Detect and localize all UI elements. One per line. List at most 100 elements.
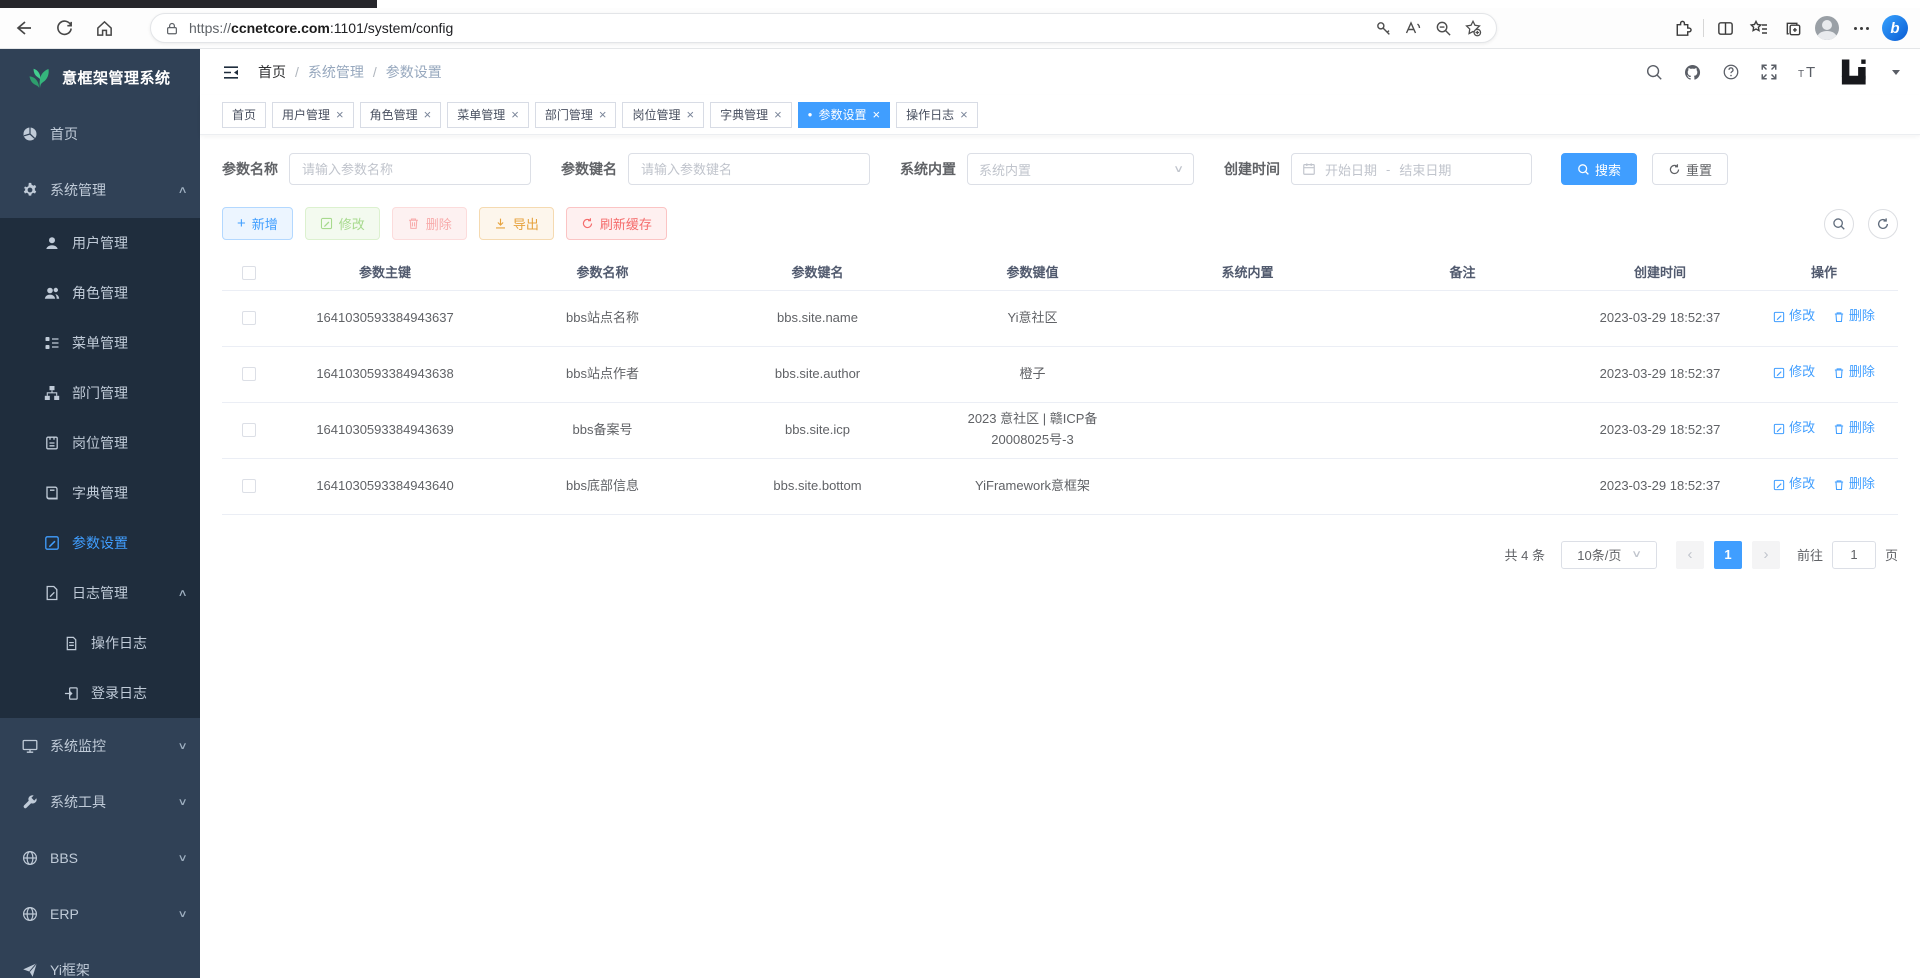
breadcrumb-current: 参数设置 bbox=[386, 62, 442, 82]
sidebar-item-menu-manage[interactable]: 菜单管理 bbox=[0, 318, 200, 368]
tab-op-log[interactable]: 操作日志× bbox=[896, 102, 978, 128]
font-size-icon[interactable]: TT bbox=[1798, 63, 1820, 81]
add-button[interactable]: + 新增 bbox=[222, 207, 293, 240]
help-icon[interactable] bbox=[1722, 63, 1740, 81]
row-delete-link[interactable]: 删除 bbox=[1833, 362, 1875, 383]
param-name-input[interactable] bbox=[289, 153, 531, 185]
close-icon[interactable]: × bbox=[774, 108, 782, 121]
collapse-sidebar-icon[interactable] bbox=[222, 64, 240, 81]
sidebar-item-role-manage[interactable]: 角色管理 bbox=[0, 268, 200, 318]
tab-user-manage[interactable]: 用户管理× bbox=[272, 102, 354, 128]
sidebar-item-op-log[interactable]: 操作日志 bbox=[0, 618, 200, 668]
row-delete-link[interactable]: 删除 bbox=[1833, 474, 1875, 495]
github-icon[interactable] bbox=[1683, 63, 1702, 82]
address-bar[interactable]: https://ccnetcore.com:1101/system/config bbox=[150, 13, 1497, 43]
tab-home[interactable]: 首页 bbox=[222, 102, 266, 128]
table-row[interactable]: 1641030593384943639 bbs备案号 bbs.site.icp … bbox=[222, 402, 1898, 458]
prev-page-button[interactable]: ‹ bbox=[1676, 541, 1704, 569]
sidebar-item-log-manage[interactable]: 日志管理 ∧ bbox=[0, 568, 200, 618]
search-icon[interactable] bbox=[1645, 63, 1663, 81]
search-button[interactable]: 搜索 bbox=[1561, 153, 1637, 185]
tab-dict-manage[interactable]: 字典管理× bbox=[710, 102, 792, 128]
fullscreen-icon[interactable] bbox=[1760, 63, 1778, 81]
sidebar-item-yi-framework[interactable]: Yi框架 bbox=[0, 942, 200, 978]
row-edit-link[interactable]: 修改 bbox=[1773, 306, 1815, 327]
cell-builtin bbox=[1140, 346, 1355, 402]
close-icon[interactable]: × bbox=[686, 108, 694, 121]
select-all-checkbox[interactable] bbox=[242, 266, 256, 280]
edit-button[interactable]: 修改 bbox=[305, 207, 380, 240]
split-screen-icon[interactable] bbox=[1708, 13, 1742, 43]
chevron-down-icon[interactable] bbox=[1892, 70, 1900, 75]
page-size-select[interactable]: 10条/页 ∨ bbox=[1561, 541, 1657, 569]
sidebar-item-home[interactable]: 首页 bbox=[0, 106, 200, 162]
refresh-cache-button[interactable]: 刷新缓存 bbox=[566, 207, 667, 240]
row-edit-link[interactable]: 修改 bbox=[1773, 418, 1815, 439]
read-aloud-icon[interactable] bbox=[1398, 15, 1428, 41]
send-icon bbox=[22, 962, 38, 978]
profile-avatar[interactable] bbox=[1810, 13, 1844, 43]
users-icon bbox=[44, 285, 60, 301]
sidebar-item-system-monitor[interactable]: 系统监控 ∨ bbox=[0, 718, 200, 774]
bing-chat-icon[interactable]: b bbox=[1878, 13, 1912, 43]
favorites-bar-icon[interactable] bbox=[1742, 13, 1776, 43]
close-icon[interactable]: × bbox=[873, 108, 881, 121]
refresh-icon[interactable] bbox=[48, 12, 80, 44]
breadcrumb-home[interactable]: 首页 bbox=[258, 62, 286, 82]
password-key-icon[interactable] bbox=[1368, 15, 1398, 41]
sidebar-item-bbs[interactable]: BBS ∨ bbox=[0, 830, 200, 886]
sidebar-item-system-manage[interactable]: 系统管理 ∧ bbox=[0, 162, 200, 218]
extensions-icon[interactable] bbox=[1665, 13, 1699, 43]
row-delete-link[interactable]: 删除 bbox=[1833, 306, 1875, 327]
builtin-select[interactable]: 系统内置 ∨ bbox=[967, 153, 1194, 185]
row-edit-link[interactable]: 修改 bbox=[1773, 474, 1815, 495]
row-checkbox[interactable] bbox=[242, 367, 256, 381]
table-row[interactable]: 1641030593384943637 bbs站点名称 bbs.site.nam… bbox=[222, 290, 1898, 346]
page-1-button[interactable]: 1 bbox=[1714, 541, 1742, 569]
tab-role-manage[interactable]: 角色管理× bbox=[360, 102, 442, 128]
close-icon[interactable]: × bbox=[336, 108, 344, 121]
row-checkbox[interactable] bbox=[242, 311, 256, 325]
row-checkbox[interactable] bbox=[242, 423, 256, 437]
browser-menu-icon[interactable] bbox=[1844, 13, 1878, 43]
favorite-star-icon[interactable] bbox=[1458, 15, 1488, 41]
sidebar-item-erp[interactable]: ERP ∨ bbox=[0, 886, 200, 942]
delete-button[interactable]: 删除 bbox=[392, 207, 467, 240]
sidebar-item-param-config[interactable]: 参数设置 bbox=[0, 518, 200, 568]
close-icon[interactable]: × bbox=[424, 108, 432, 121]
back-icon[interactable] bbox=[8, 12, 40, 44]
next-page-button[interactable]: › bbox=[1752, 541, 1780, 569]
show-search-toggle-button[interactable] bbox=[1824, 209, 1854, 239]
export-button[interactable]: 导出 bbox=[479, 207, 554, 240]
close-icon[interactable]: × bbox=[960, 108, 968, 121]
sidebar-item-user-manage[interactable]: 用户管理 bbox=[0, 218, 200, 268]
edit-square-icon bbox=[1773, 423, 1785, 435]
sidebar-item-post-manage[interactable]: 岗位管理 bbox=[0, 418, 200, 468]
close-icon[interactable]: × bbox=[599, 108, 607, 121]
user-logo-avatar[interactable] bbox=[1840, 59, 1870, 85]
sidebar-item-login-log[interactable]: 登录日志 bbox=[0, 668, 200, 718]
date-range-picker[interactable]: 开始日期 - 结束日期 bbox=[1291, 153, 1532, 185]
row-checkbox[interactable] bbox=[242, 479, 256, 493]
zoom-out-icon[interactable] bbox=[1428, 15, 1458, 41]
row-edit-link[interactable]: 修改 bbox=[1773, 362, 1815, 383]
refresh-table-button[interactable] bbox=[1868, 209, 1898, 239]
goto-page-input[interactable] bbox=[1832, 541, 1876, 569]
home-icon[interactable] bbox=[88, 12, 120, 44]
tab-post-manage[interactable]: 岗位管理× bbox=[622, 102, 704, 128]
breadcrumb-system: 系统管理 bbox=[308, 62, 364, 82]
close-icon[interactable]: × bbox=[511, 108, 519, 121]
tab-menu-manage[interactable]: 菜单管理× bbox=[447, 102, 529, 128]
sidebar-item-dict-manage[interactable]: 字典管理 bbox=[0, 468, 200, 518]
tab-dept-manage[interactable]: 部门管理× bbox=[535, 102, 617, 128]
table-row[interactable]: 1641030593384943640 bbs底部信息 bbs.site.bot… bbox=[222, 458, 1898, 514]
reset-button[interactable]: 重置 bbox=[1652, 153, 1728, 185]
sidebar-item-system-tools[interactable]: 系统工具 ∨ bbox=[0, 774, 200, 830]
tab-param-config-active[interactable]: ●参数设置× bbox=[798, 102, 890, 128]
sidebar-item-dept-manage[interactable]: 部门管理 bbox=[0, 368, 200, 418]
row-delete-link[interactable]: 删除 bbox=[1833, 418, 1875, 439]
table-row[interactable]: 1641030593384943638 bbs站点作者 bbs.site.aut… bbox=[222, 346, 1898, 402]
param-key-input[interactable] bbox=[628, 153, 870, 185]
param-key-label: 参数键名 bbox=[561, 159, 617, 179]
collections-icon[interactable] bbox=[1776, 13, 1810, 43]
